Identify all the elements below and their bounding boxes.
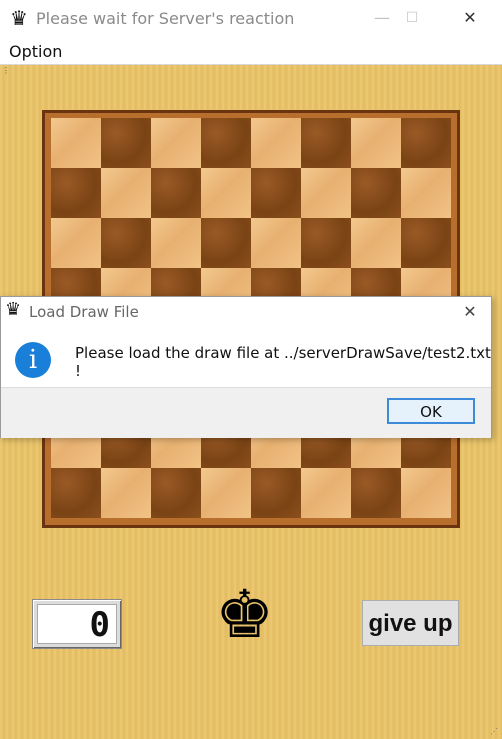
drag-handle: ⋮ [2,66,10,75]
board-square[interactable] [251,168,301,218]
window-title: Please wait for Server's reaction [36,9,295,28]
maximize-button[interactable]: ☐ [388,0,436,38]
give-up-button[interactable]: give up [362,600,459,646]
chess-queen-icon: ♛ [5,299,22,320]
board-square[interactable] [401,118,451,168]
board-square[interactable] [101,218,151,268]
board-square[interactable] [51,468,101,518]
load-draw-dialog: ♛ Load Draw File ✕ i Please load the dra… [0,296,492,438]
board-square[interactable] [301,118,351,168]
board-square[interactable] [351,218,401,268]
counter-value: 0 [89,605,110,645]
dialog-title: Load Draw File [29,303,139,321]
board-square[interactable] [201,218,251,268]
dialog-message: Please load the draw file at ../serverDr… [75,344,491,380]
chess-king-icon: ♚ [215,576,275,653]
board-square[interactable] [251,218,301,268]
dialog-footer: OK [1,387,491,438]
dialog-close-button[interactable]: ✕ [455,299,485,325]
board-square[interactable] [101,468,151,518]
board-square[interactable] [151,118,201,168]
window-titlebar: ♛ Please wait for Server's reaction — ☐ … [0,0,502,38]
board-square[interactable] [201,168,251,218]
board-square[interactable] [101,118,151,168]
board-square[interactable] [151,218,201,268]
board-square[interactable] [351,168,401,218]
board-square[interactable] [201,118,251,168]
dialog-titlebar: ♛ Load Draw File ✕ [1,297,491,327]
board-square[interactable] [51,118,101,168]
board-square[interactable] [201,468,251,518]
menu-bar: Option [0,38,502,65]
board-square[interactable] [101,168,151,218]
board-square[interactable] [351,118,401,168]
info-icon: i [15,342,51,378]
board-square[interactable] [51,218,101,268]
board-square[interactable] [401,468,451,518]
board-square[interactable] [301,218,351,268]
board-square[interactable] [401,168,451,218]
close-button[interactable]: ✕ [446,0,494,38]
board-square[interactable] [251,468,301,518]
ok-button[interactable]: OK [387,398,475,424]
board-square[interactable] [301,468,351,518]
menu-option[interactable]: Option [9,42,62,61]
board-square[interactable] [351,468,401,518]
counter-display: 0 [32,599,122,649]
board-square[interactable] [151,468,201,518]
board-square[interactable] [151,168,201,218]
board-square[interactable] [301,168,351,218]
board-square[interactable] [251,118,301,168]
resize-grip[interactable]: ⋰ [490,727,500,737]
counter-screen: 0 [37,604,117,645]
board-square[interactable] [51,168,101,218]
board-square[interactable] [401,218,451,268]
chess-queen-icon: ♛ [10,6,28,30]
